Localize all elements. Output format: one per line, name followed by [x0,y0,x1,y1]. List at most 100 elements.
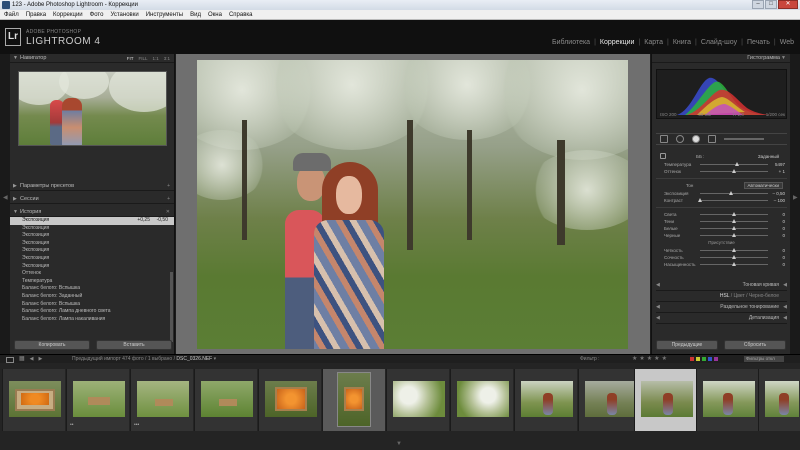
exposure-slider[interactable]: Экспозиция – 0,50 [656,190,787,197]
filmstrip-thumb[interactable] [322,369,385,431]
menu-help[interactable]: Справка [229,10,253,19]
zoom-3-1[interactable]: 3:1 [164,54,170,63]
detail-header[interactable]: ◀ Детализация ◀ [656,313,787,324]
saturation-slider[interactable]: Насыщенность 0 [656,261,787,268]
clarity-slider[interactable]: Четкость 0 [656,247,787,254]
filmstrip-thumb[interactable]: ••• [130,369,193,431]
zoom-fit[interactable]: FIT [127,54,134,63]
module-web[interactable]: Web [780,39,794,46]
navigator-header[interactable]: ▼ Навигатор FIT FILL 1:1 3:1 [10,54,174,63]
history-header[interactable]: ▼ История ✕ [10,208,174,217]
menu-settings[interactable]: Установки [110,10,138,19]
vibrance-slider[interactable]: Сочность 0 [656,254,787,261]
module-develop[interactable]: Коррекции [600,39,635,46]
history-item[interactable]: Баланс белого: Вспышка [10,301,174,309]
adjustment-brush-icon[interactable] [724,138,764,140]
filmstrip-thumb[interactable]: •• [66,369,129,431]
collapse-left-icon[interactable]: ◀ [3,194,8,201]
history-item[interactable]: Оттенок [10,270,174,278]
minimize-button[interactable]: – [752,0,764,9]
bw-tab[interactable]: Черно-белое [749,293,779,299]
filmstrip-thumb[interactable] [194,369,257,431]
tint-slider[interactable]: Оттенок + 1 [656,168,787,175]
color-tab[interactable]: Цвет [734,293,745,299]
module-book[interactable]: Книга [673,39,691,46]
history-item[interactable]: Экспозиция [10,240,174,248]
menu-file[interactable]: Файл [4,10,19,19]
collapse-right-icon[interactable]: ▶ [793,194,798,201]
crop-tool-icon[interactable] [660,135,668,143]
histogram[interactable]: ISO 200 50 мм f / 2,0 1/200 сек [656,69,787,119]
filmstrip-thumb[interactable] [514,369,577,431]
tone-curve-header[interactable]: ◀ Тоновая кривая ◀ [656,280,787,291]
wb-select[interactable]: Заданный [758,153,779,161]
add-preset-icon[interactable]: + [167,182,170,191]
filmstrip-thumb[interactable] [758,369,800,431]
module-print[interactable]: Печать [747,39,770,46]
red-eye-icon[interactable] [692,135,700,143]
split-toning-header[interactable]: ◀ Раздельное тонирование ◀ [656,302,787,313]
menu-develop[interactable]: Коррекции [53,10,83,19]
add-snapshot-icon[interactable]: + [167,195,170,204]
history-item[interactable]: Баланс белого: Лампа дневного света [10,308,174,316]
spot-removal-icon[interactable] [676,135,684,143]
whites-slider[interactable]: Белые 0 [656,225,787,232]
histogram-header[interactable]: Гистограмма ▼ [652,54,790,63]
hsl-header[interactable]: HSL / Цвет / Черно-белое [656,291,787,302]
menu-view[interactable]: Вид [190,10,201,19]
main-image-view[interactable] [176,54,650,354]
filmstrip-thumb[interactable] [450,369,513,431]
menu-window[interactable]: Окна [208,10,222,19]
filmstrip-thumb[interactable] [258,369,321,431]
history-item[interactable]: Баланс белого: Вспышка [10,285,174,293]
contrast-slider[interactable]: Контраст – 100 [656,197,787,204]
filmstrip-thumb[interactable] [578,369,641,431]
blacks-slider[interactable]: Черные 0 [656,232,787,239]
color-label-filter[interactable] [690,357,718,361]
highlights-slider[interactable]: Света 0 [656,211,787,218]
graduated-filter-icon[interactable] [708,135,716,143]
reset-button[interactable]: Сбросить [724,340,786,350]
previous-button[interactable]: Предыдущие [656,340,718,350]
zoom-1-1[interactable]: 1:1 [152,54,158,63]
module-map[interactable]: Карта [644,39,663,46]
eyedropper-icon[interactable] [660,153,666,159]
module-library[interactable]: Библиотека [552,39,590,46]
copy-button[interactable]: Копировать [14,340,90,350]
right-panel-edge[interactable]: ▶ [790,54,800,354]
filmstrip-thumb-selected[interactable] [634,369,697,431]
collapse-filmstrip-icon[interactable]: ▼ [396,441,402,447]
snapshots-header[interactable]: ▶ Сессии + [10,195,174,204]
module-slideshow[interactable]: Слайд-шоу [701,39,737,46]
filmstrip-thumb[interactable] [2,369,65,431]
clear-history-icon[interactable]: ✕ [166,208,170,217]
zoom-fill[interactable]: FILL [138,54,147,63]
history-item[interactable]: Экспозиция [10,225,174,233]
filmstrip-source-info[interactable]: Предыдущий импорт 474 фото / 1 выбрано / [72,356,175,362]
auto-tone-button[interactable]: Автоматически [743,182,783,189]
history-item[interactable]: Экспозиция [10,255,174,263]
history-item[interactable]: Экспозиция +0,25 -0,50 [10,217,174,225]
menu-edit[interactable]: Правка [26,10,46,19]
history-item[interactable]: Экспозиция [10,232,174,240]
main-photo[interactable] [197,60,628,349]
history-item[interactable]: Экспозиция [10,263,174,271]
left-panel-scrollbar[interactable] [170,272,173,342]
filmstrip-thumb[interactable] [696,369,759,431]
filename-dropdown-icon[interactable]: ▾ [214,356,217,362]
hsl-tab[interactable]: HSL [720,293,730,299]
history-item[interactable]: Баланс белого: Заданный [10,293,174,301]
navigator-preview[interactable] [18,71,167,146]
shadows-slider[interactable]: Тени 0 [656,218,787,225]
menu-photo[interactable]: Фото [90,10,104,19]
left-panel-edge[interactable]: ◀ [0,54,10,354]
filmstrip-thumb[interactable] [386,369,449,431]
temperature-slider[interactable]: Температура 5497 [656,161,787,168]
history-item[interactable]: Температура [10,278,174,286]
history-item[interactable]: Экспозиция [10,247,174,255]
history-item[interactable]: Баланс белого: Лампа накаливания [10,316,174,324]
maximize-button[interactable]: □ [765,0,777,9]
close-button[interactable]: ✕ [778,0,798,9]
presets-header[interactable]: ▶ Параметры пресетов + [10,182,174,191]
menu-tools[interactable]: Инструменты [146,10,183,19]
